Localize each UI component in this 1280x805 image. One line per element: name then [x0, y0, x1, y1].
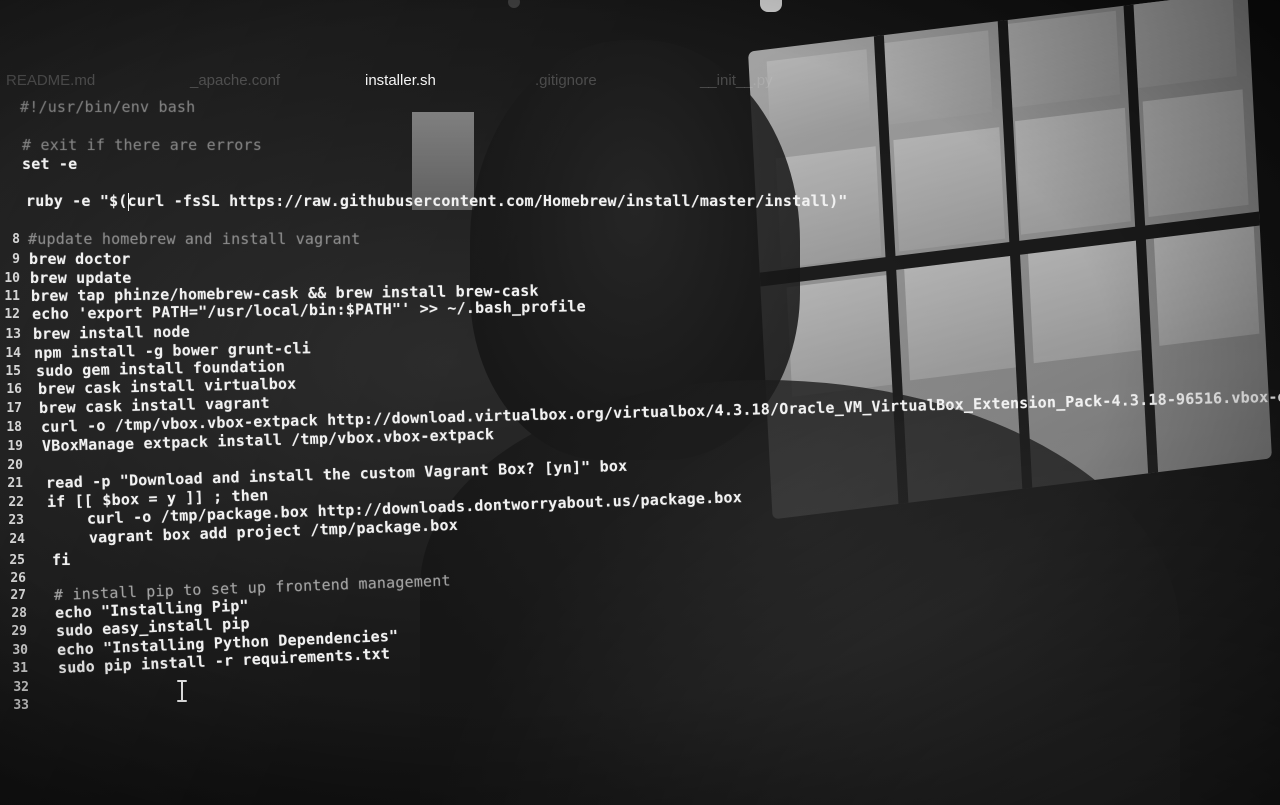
tab-apache-conf[interactable]: _apache.conf — [190, 72, 280, 89]
line-number: 18 — [6, 420, 22, 435]
line-number: 10 — [4, 271, 20, 286]
line-number: 28 — [11, 606, 27, 621]
tab-init-py[interactable]: __init__.py — [700, 72, 773, 89]
code-area[interactable]: #!/usr/bin/env bash # exit if there are … — [0, 96, 1280, 796]
line-number: 32 — [13, 680, 29, 695]
line-number: 14 — [5, 346, 21, 361]
line-number: 25 — [9, 553, 25, 568]
code-line: fi — [52, 551, 71, 569]
code-line: # exit if there are errors — [22, 136, 262, 154]
line-number: 24 — [9, 532, 25, 547]
line-number: 16 — [6, 382, 22, 397]
line-number: 17 — [6, 401, 22, 416]
line-number: 11 — [4, 289, 20, 304]
code-line: ruby -e "$(curl -fsSL https://raw.github… — [26, 192, 848, 210]
line-number: 15 — [5, 364, 21, 379]
photo-of-screen: README.md _apache.conf installer.sh .git… — [0, 0, 1280, 805]
line-number: 19 — [7, 439, 23, 454]
line-number: 20 — [7, 458, 23, 473]
line-number: 23 — [8, 513, 24, 528]
line-number: 27 — [10, 588, 26, 603]
line-number: 12 — [4, 307, 20, 322]
ibeam-cursor-icon — [176, 680, 188, 702]
tab-bar: README.md _apache.conf installer.sh .git… — [0, 62, 1280, 96]
line-number: 33 — [13, 698, 29, 713]
tab-gitignore[interactable]: .gitignore — [535, 72, 597, 89]
code-line: set -e — [22, 155, 78, 173]
code-line: #!/usr/bin/env bash — [20, 98, 196, 116]
line-number: 9 — [12, 252, 20, 267]
code-line: brew doctor — [29, 250, 131, 268]
code-editor: README.md _apache.conf installer.sh .git… — [0, 0, 1280, 805]
code-line: #update homebrew and install vagrant — [28, 230, 361, 248]
line-number: 31 — [12, 661, 28, 676]
line-number: 13 — [5, 327, 21, 342]
code-line: brew update — [30, 269, 132, 287]
line-number: 22 — [8, 495, 24, 510]
tab-installer-sh[interactable]: installer.sh — [365, 72, 436, 89]
code-line: brew install node — [32, 322, 191, 343]
code-line: read -p "Download and install the custom… — [45, 456, 628, 492]
code-line: # install pip to set up frontend managem… — [53, 571, 452, 604]
text-cursor — [128, 193, 129, 211]
tab-readme[interactable]: README.md — [6, 72, 95, 89]
line-number: 26 — [10, 571, 26, 586]
line-number: 21 — [7, 476, 23, 491]
line-number: 8 — [12, 232, 20, 247]
line-number: 30 — [12, 643, 28, 658]
line-number: 29 — [11, 624, 27, 639]
